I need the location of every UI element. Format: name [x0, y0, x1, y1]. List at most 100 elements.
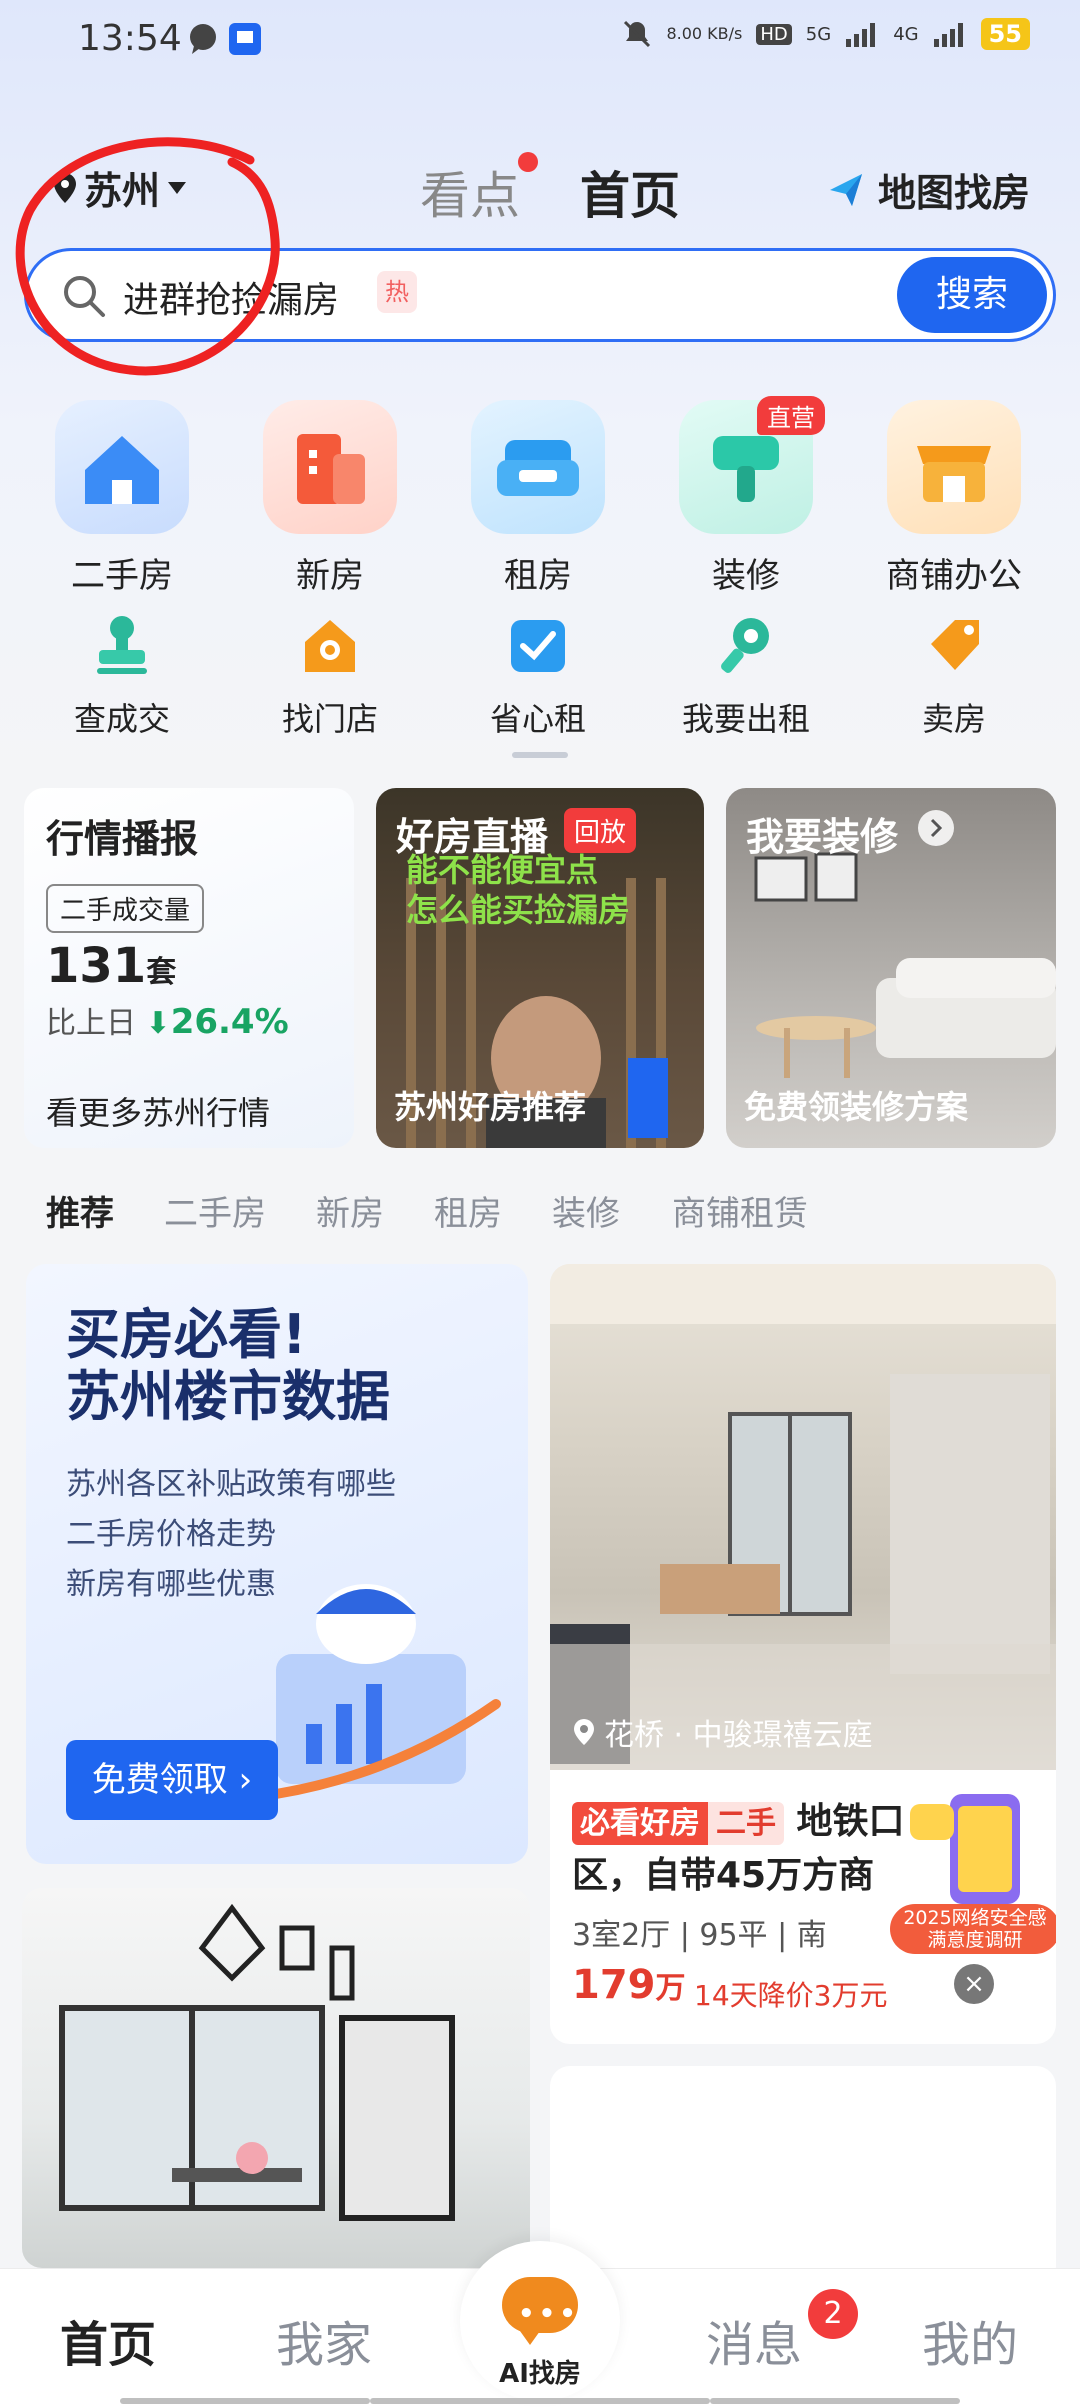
service-label: 查成交 — [73, 700, 170, 738]
city-selector[interactable]: 苏州 — [52, 160, 188, 215]
location-pin-icon — [574, 1719, 594, 1745]
nav-my-home[interactable]: 我家 — [276, 2305, 372, 2375]
nav-mine[interactable]: 我的 — [922, 2305, 1018, 2375]
search-bar[interactable]: 进群抢捡漏房 热 搜索 — [24, 248, 1056, 342]
service-label: 新房 — [296, 556, 364, 596]
tab-shop-rent[interactable]: 商铺租赁 — [672, 1186, 808, 1235]
deal-count-unit: 套 — [146, 955, 177, 990]
nav-messages[interactable]: 消息 — [706, 2305, 802, 2375]
replay-badge: 回放 — [564, 808, 637, 853]
service-easy-rent[interactable]: 省心租 — [458, 610, 618, 740]
service-rent[interactable]: 租房 — [458, 400, 618, 597]
listing-photo — [550, 1264, 1056, 1770]
tab-home[interactable]: 首页 — [580, 156, 680, 228]
key-icon — [721, 618, 769, 673]
deal-count-value: 131 — [46, 938, 147, 994]
service-check-deals[interactable]: 查成交 — [42, 610, 202, 740]
overlay-line-2: 怎么能买捡漏房 — [406, 891, 631, 929]
listing-card[interactable]: 花桥 · 中骏璟禧云庭 必看好房 二手 地铁口区，自带45万方商 3室2厅 | 9… — [550, 1264, 1056, 2044]
page-indicator — [512, 752, 568, 758]
price-drop-text: 14天降价3万元 — [694, 1979, 888, 2012]
tab-new-house[interactable]: 新房 — [316, 1186, 384, 1235]
tab-rent[interactable]: 租房 — [434, 1186, 502, 1235]
tab-watch-label: 看点 — [420, 167, 520, 225]
listing-price: 179万 — [572, 1962, 686, 2008]
location-pin-icon — [54, 172, 76, 203]
compare-label: 比上日 — [46, 1006, 136, 1041]
status-icons: 8.00 KB/s HD 5G 4G 55 — [622, 18, 1030, 50]
arrow-down-icon: ⬇ — [145, 1006, 171, 1041]
gesture-bar — [710, 2398, 960, 2404]
listing-location: 花桥 · 中骏璟禧云庭 — [572, 1710, 873, 1754]
survey-label: 2025网络安全感 满意度调研 — [890, 1904, 1056, 1954]
promo-bullet: 二手房价格走势 — [66, 1517, 276, 1552]
tab-watch[interactable]: 看点 — [420, 152, 538, 228]
app-notification-icon — [229, 23, 261, 55]
tab-second-hand[interactable]: 二手房 — [164, 1186, 266, 1235]
bottom-nav: 首页 我家 ••• AI找房 消息 2 我的 — [0, 2241, 1080, 2408]
decoration-card[interactable]: 我要装修 免费领装修方案 — [726, 788, 1056, 1148]
price-unit: 万 — [655, 1971, 686, 2006]
service-second-hand[interactable]: 二手房 — [42, 400, 202, 597]
phone-illustration — [910, 1794, 1020, 1904]
store-search-icon — [305, 620, 355, 672]
secondary-services: 查成交 找门店 省心租 我要出租 卖房 — [0, 610, 1080, 740]
tab-decoration[interactable]: 装修 — [552, 1186, 620, 1235]
chat-bubble-icon — [190, 24, 216, 54]
shop-icon — [887, 400, 1021, 534]
caret-down-icon — [168, 181, 187, 194]
price-value: 179 — [572, 1962, 656, 2008]
map-find-label: 地图找房 — [877, 171, 1030, 215]
sig-4g: 4G — [893, 23, 919, 45]
clock: 13:54 — [78, 18, 182, 59]
survey-line-1: 2025网络安全感 — [903, 1907, 1047, 1929]
location-text: 花桥 · 中骏璟禧云庭 — [604, 1718, 873, 1753]
sig-5g: 5G — [805, 23, 832, 45]
map-find-button[interactable]: 地图找房 — [826, 162, 1030, 217]
second-hand-tag: 二手 — [708, 1802, 784, 1845]
status-bar: 13:54 8.00 KB/s HD 5G 4G 55 — [0, 0, 1080, 80]
close-icon[interactable]: × — [954, 1964, 994, 2004]
building-icon — [263, 400, 397, 534]
service-label: 租房 — [504, 556, 572, 596]
hd-badge: HD — [756, 23, 792, 45]
live-overlay-text: 能不能便宜点 怎么能买捡漏房 — [406, 850, 630, 930]
top-header: 苏州 看点 首页 地图找房 — [0, 140, 1080, 240]
notification-dot — [518, 152, 538, 172]
service-decoration[interactable]: 直营 装修 — [666, 396, 826, 597]
service-new-house[interactable]: 新房 — [250, 400, 410, 597]
service-sell[interactable]: 卖房 — [874, 610, 1034, 740]
search-button[interactable]: 搜索 — [897, 257, 1047, 333]
market-more-link[interactable]: 看更多苏州行情 — [46, 1088, 270, 1134]
survey-float-badge[interactable]: 2025网络安全感 满意度调研 — [890, 1784, 1056, 1954]
signal-icon — [933, 23, 963, 47]
card-title: 行情播报 — [46, 817, 199, 861]
market-tag: 二手成交量 — [46, 884, 205, 933]
service-rent-out[interactable]: 我要出租 — [666, 610, 826, 740]
nav-home[interactable]: 首页 — [60, 2305, 156, 2375]
nav-ai-find[interactable]: ••• AI找房 — [460, 2241, 620, 2401]
live-card[interactable]: 好房直播 回放 能不能便宜点 怎么能买捡漏房 苏州好房推荐 — [376, 788, 704, 1148]
service-find-store[interactable]: 找门店 — [250, 610, 410, 740]
compare-row: 比上日 ⬇26.4% — [46, 998, 289, 1042]
primary-services: 二手房 新房 租房 直营 装修 商铺办公 — [0, 396, 1080, 596]
free-claim-button[interactable]: 免费领取 › — [66, 1740, 278, 1820]
city-name: 苏州 — [84, 169, 161, 213]
card-caption: 免费领装修方案 — [744, 1088, 969, 1126]
promo-card[interactable]: 买房必看! 苏州楼市数据 苏州各区补贴政策有哪些 二手房价格走势 新房有哪些优惠 … — [26, 1264, 528, 1864]
tab-recommend[interactable]: 推荐 — [46, 1186, 114, 1235]
service-label: 装修 — [712, 556, 780, 596]
listing-card-next[interactable] — [550, 2066, 1056, 2286]
listing-photo-card[interactable] — [22, 1888, 530, 2268]
hot-badge: 热 — [377, 271, 417, 313]
market-report-card[interactable]: 行情播报 二手成交量 131套 比上日 ⬇26.4% 看更多苏州行情 — [24, 788, 354, 1148]
stamp-icon — [97, 616, 147, 674]
service-label: 省心租 — [489, 700, 586, 738]
battery-level: 55 — [980, 18, 1030, 50]
service-shop-office[interactable]: 商铺办公 — [874, 400, 1034, 597]
direct-badge: 直营 — [757, 396, 825, 435]
search-input[interactable]: 进群抢捡漏房 — [123, 271, 339, 323]
promo-title-line-2: 苏州楼市数据 — [66, 1365, 390, 1428]
promo-title: 买房必看! 苏州楼市数据 — [66, 1304, 390, 1428]
net-speed: 8.00 KB/s — [666, 24, 743, 43]
